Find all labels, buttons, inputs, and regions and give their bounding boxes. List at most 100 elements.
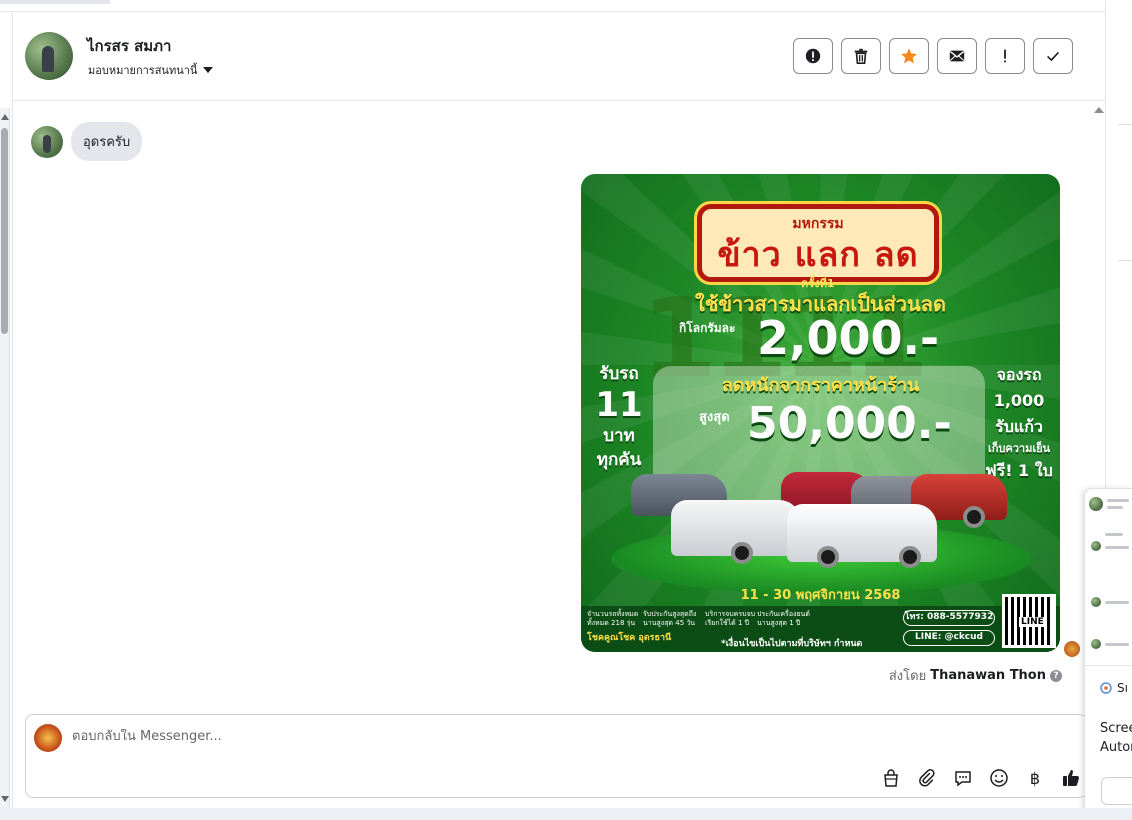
poster-line-pill: LINE: @ckcud — [903, 630, 995, 646]
page-scrollbar[interactable] — [0, 108, 10, 808]
trash-icon — [854, 48, 868, 65]
mini-text-line — [1105, 643, 1129, 646]
assign-label: มอบหมายการสนทนานี้ — [88, 64, 198, 77]
poster-right-4: เก็บความเย็น — [987, 442, 1051, 455]
bottom-strip — [0, 808, 1132, 820]
poster-terms-note: *เงื่อนไขเป็นไปตามที่บริษัทฯ กำหนด — [721, 639, 863, 649]
mini-text-line — [1107, 499, 1129, 502]
mini-text-line — [1105, 601, 1129, 604]
chevron-down-icon — [203, 67, 214, 73]
help-icon[interactable]: ? — [1050, 669, 1062, 682]
poster-wheel — [817, 546, 839, 568]
mini-avatar — [1089, 497, 1103, 511]
poster-stat-3-value: เรียกใช้ได้ 1 ปี — [705, 619, 750, 627]
message-thread: อุดรครับ 1111 มหกรรม ข้าว แลก ลด ครั้งที… — [13, 102, 1106, 702]
poster-stat-4-value: นานสูงสุด 1 ปี — [757, 619, 801, 627]
poster-left-4: ทุกคัน — [596, 450, 642, 470]
mini-text-line — [1107, 506, 1123, 509]
poster-max-label: สูงสุด — [699, 410, 730, 425]
poster-left-2: 11 — [595, 385, 643, 425]
poster-stat-1: จำนวนรถทั้งหมด ทั้งหมด 218 รุ่น — [587, 610, 638, 628]
sent-by-prefix: ส่งโดย — [888, 669, 927, 684]
poster-amount-1: 2,000.- — [757, 311, 940, 365]
right-edge-divider — [1118, 124, 1132, 125]
poster-stat-1-value: ทั้งหมด 218 รุ่น — [587, 619, 636, 627]
conversation-header: ไกรสร สมภา มอบหมายการสนทนานี้ — [13, 12, 1106, 101]
report-spam-button[interactable] — [793, 38, 833, 74]
incoming-message-bubble[interactable]: อุดรครับ — [71, 122, 143, 161]
mark-unread-button[interactable] — [937, 38, 977, 74]
poster-stat-2-value: นานสูงสุด 45 วัน — [643, 619, 696, 627]
scroll-down-arrow-icon[interactable] — [1, 796, 9, 802]
poster-stat-3-label: บริการจบครบจบ — [705, 610, 756, 618]
delete-button[interactable] — [841, 38, 881, 74]
scroll-up-arrow-icon[interactable] — [1, 114, 9, 120]
poster-right-3: รับแก้ว — [995, 417, 1043, 436]
poster-stat-1-label: จำนวนรถทั้งหมด — [587, 610, 639, 618]
poster-stat-2-label: รับประกันสูงสุดถึง — [643, 610, 697, 618]
side-preview-panel[interactable]: Sı Scree Autor — [1084, 488, 1132, 820]
poster-stat-4-label: ประกันเครื่องยนต์ — [757, 610, 810, 618]
sent-by-line: ส่งโดย Thanawan Thon ? — [889, 665, 1062, 686]
alert-circle-icon — [805, 48, 821, 64]
reply-input[interactable] — [72, 729, 872, 744]
star-icon — [901, 48, 917, 64]
side-panel-text-2: Autor — [1100, 740, 1132, 755]
seen-indicator-avatar — [1064, 641, 1080, 657]
poster-left-column: รับรถ 11 บาท ทุกคัน — [591, 362, 647, 472]
poster-stat-4: ประกันเครื่องยนต์ นานสูงสุด 1 ปี — [757, 610, 810, 628]
poster-brand: โชคคูณโชค อุดรธานี — [587, 633, 672, 643]
contact-avatar[interactable] — [25, 32, 73, 80]
check-icon — [1047, 51, 1059, 62]
baht-icon[interactable]: ฿ — [1024, 767, 1046, 789]
top-tab-indicator — [0, 0, 110, 4]
poster-right-2: 1,000 — [993, 391, 1045, 410]
contact-name[interactable]: ไกรสร สมภา — [87, 34, 171, 58]
exclamation-icon — [1004, 49, 1006, 63]
sender-avatar[interactable] — [31, 125, 63, 158]
star-button[interactable] — [889, 38, 929, 74]
poster-stat-2: รับประกันสูงสุดถึง นานสูงสุด 45 วัน — [643, 610, 696, 628]
app-logo-icon — [1100, 682, 1112, 694]
poster-wheel — [731, 542, 753, 564]
mini-avatar — [1091, 541, 1101, 551]
poster-right-1: จองรถ — [996, 365, 1042, 384]
poster-amount-2: 50,000.- — [747, 398, 952, 449]
conversation-toolbar — [793, 38, 1073, 74]
poster-right-column: จองรถ 1,000 รับแก้ว เก็บความเย็น ฟรี! 1 … — [982, 362, 1056, 484]
poster-qr-code — [1002, 594, 1056, 648]
scroll-thumb[interactable] — [1, 128, 8, 334]
mini-bubble — [1105, 533, 1123, 536]
side-panel-divider — [1085, 665, 1132, 666]
sent-image-poster[interactable]: 1111 มหกรรม ข้าว แลก ลด ครั้งที่1 ใช้ข้า… — [581, 174, 1060, 652]
side-panel-text-1: Scree — [1100, 721, 1132, 736]
emoji-icon[interactable] — [988, 767, 1010, 789]
right-edge-panel — [1105, 0, 1132, 488]
assign-conversation-dropdown[interactable]: มอบหมายการสนทนานี้ — [88, 61, 214, 79]
envelope-icon — [949, 50, 965, 62]
poster-left-1: รับรถ — [599, 364, 639, 384]
mini-avatar — [1091, 597, 1101, 607]
composer-tools: ฿ — [880, 767, 1082, 789]
side-panel-app-label: Sı — [1117, 681, 1128, 695]
mark-done-button[interactable] — [1033, 38, 1073, 74]
mini-text-line — [1105, 546, 1129, 549]
incoming-message: อุดรครับ — [31, 122, 143, 161]
poster-stat-3: บริการจบครบจบ เรียกใช้ได้ 1 ปี — [705, 610, 755, 628]
shopping-bag-icon[interactable] — [880, 767, 902, 789]
poster-date: 11 - 30 พฤศจิกายน 2568 — [740, 588, 901, 603]
thumbs-up-icon[interactable] — [1060, 767, 1082, 789]
poster-wheel — [899, 546, 921, 568]
poster-wheel — [963, 506, 985, 528]
poster-event-title: ข้าว แลก ลด — [717, 235, 919, 275]
side-panel-button[interactable] — [1101, 777, 1132, 805]
saved-reply-icon[interactable] — [952, 767, 974, 789]
top-strip — [0, 0, 1105, 12]
thread-scroll-up-icon[interactable] — [1094, 107, 1104, 113]
mini-avatar — [1091, 639, 1101, 649]
follow-up-button[interactable] — [985, 38, 1025, 74]
poster-left-3: บาท — [603, 426, 635, 446]
paperclip-icon[interactable] — [916, 767, 938, 789]
poster-marquee-sign: มหกรรม ข้าว แลก ลด — [697, 204, 939, 282]
poster-kg-label: กิโลกรัมละ — [679, 321, 736, 335]
